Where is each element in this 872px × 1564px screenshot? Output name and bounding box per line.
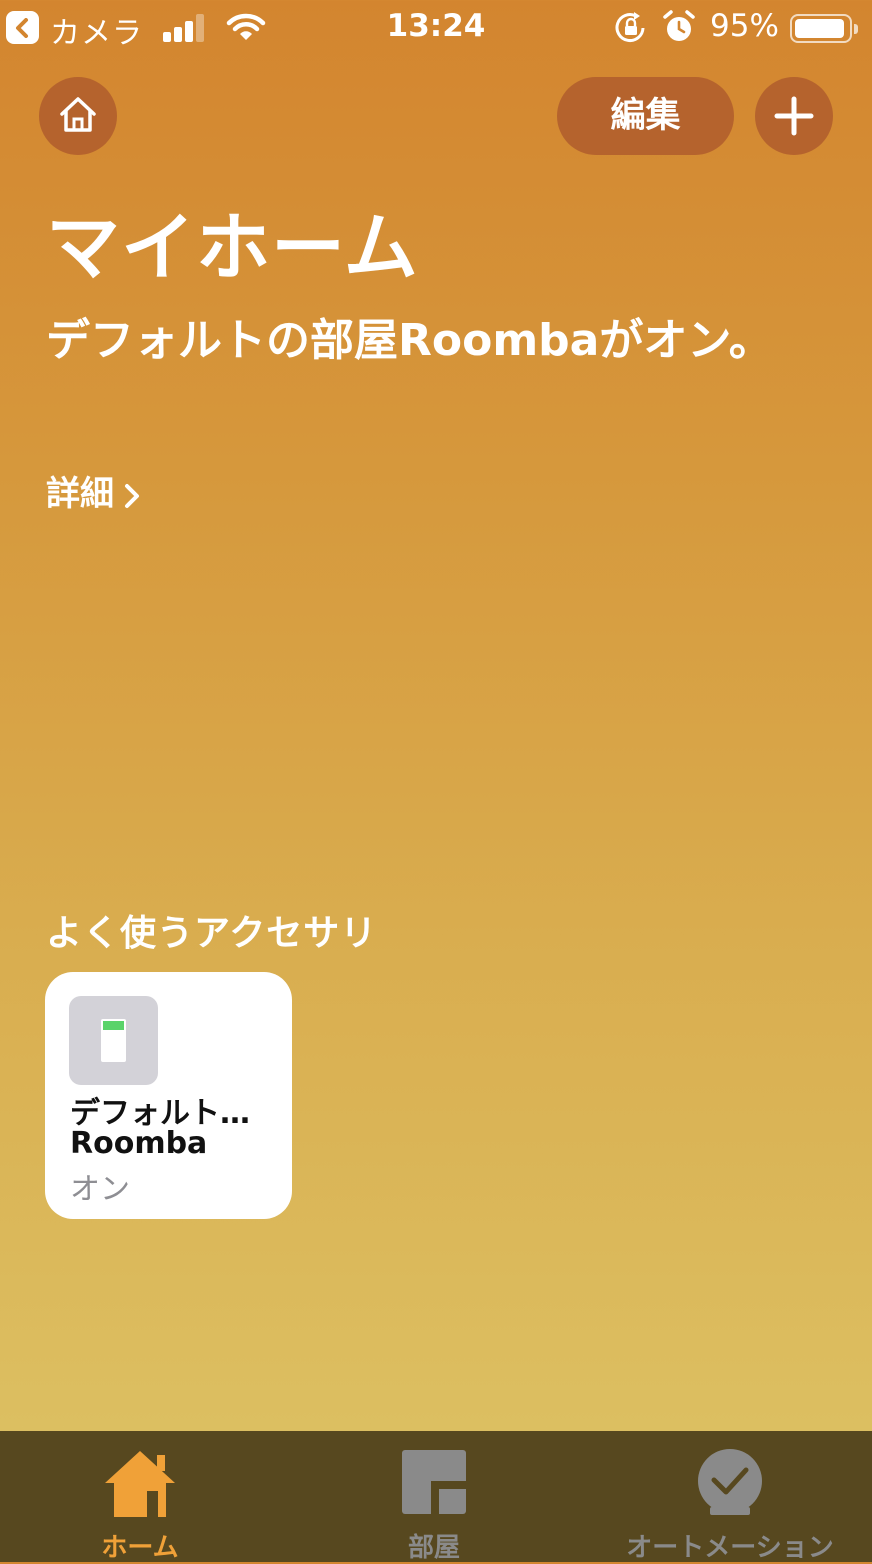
plus-icon xyxy=(774,96,814,136)
tab-bar: ホーム 部屋 オートメーション xyxy=(0,1431,872,1563)
favorites-section-title: よく使うアクセサリ xyxy=(46,913,378,954)
tab-home[interactable]: ホーム xyxy=(40,1431,240,1563)
home-settings-button[interactable] xyxy=(39,77,117,155)
plug-on-indicator xyxy=(103,1021,124,1030)
house-icon xyxy=(60,97,96,132)
battery-level xyxy=(795,19,845,38)
tab-automation[interactable]: オートメーション xyxy=(600,1431,860,1563)
alarm-clock-icon xyxy=(663,10,695,41)
add-button[interactable] xyxy=(755,77,833,155)
details-label: 詳細 xyxy=(46,474,114,514)
battery-icon xyxy=(790,14,858,43)
smart-plug-icon xyxy=(69,996,158,1085)
automation-clock-icon xyxy=(698,1449,762,1515)
tab-rooms[interactable]: 部屋 xyxy=(334,1431,534,1563)
accessory-tile-roomba[interactable]: デフォルト… Roomba オン xyxy=(45,972,292,1219)
home-status-summary: デフォルトの部屋Roombaがオン。 xyxy=(46,315,773,366)
tile-state: オン xyxy=(70,1172,130,1207)
tab-home-label: ホーム xyxy=(101,1533,179,1563)
details-link[interactable]: 詳細 xyxy=(46,466,140,515)
battery-percent: 95% xyxy=(710,8,779,44)
edit-button[interactable]: 編集 xyxy=(557,77,734,155)
rotation-lock-icon xyxy=(615,12,645,43)
tile-accessory-name: Roomba xyxy=(70,1126,208,1161)
status-bar: カメラ 13:24 95% xyxy=(0,0,872,58)
tab-automation-label: オートメーション xyxy=(626,1533,834,1563)
rooms-icon xyxy=(402,1450,466,1514)
house-icon xyxy=(105,1451,175,1517)
page-title: マイホーム xyxy=(46,205,419,291)
chevron-right-icon xyxy=(125,483,139,508)
tab-rooms-label: 部屋 xyxy=(407,1533,460,1563)
